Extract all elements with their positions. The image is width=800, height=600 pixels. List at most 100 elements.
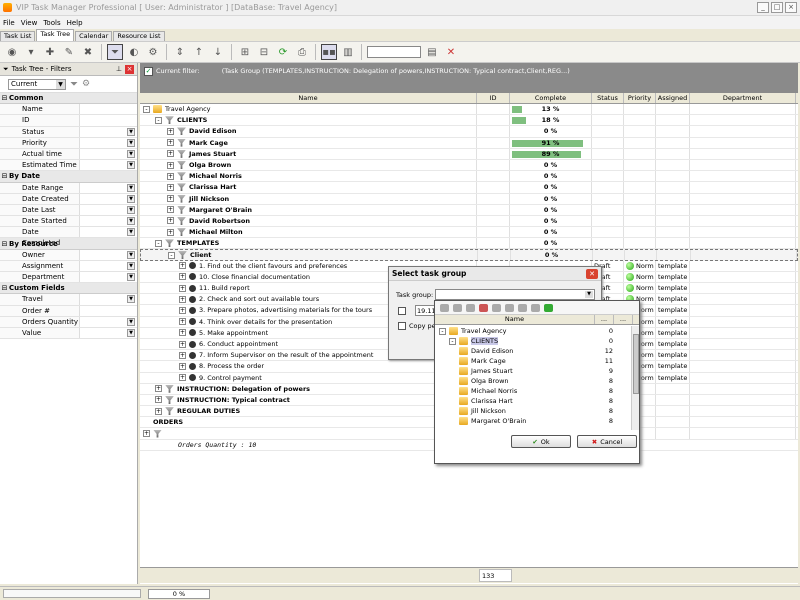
filter-preset-select[interactable]: Current ▼	[8, 78, 66, 90]
tree-row[interactable]: - CLIENTS 18 %	[140, 115, 798, 127]
cancel-button[interactable]: ✖ Cancel	[577, 435, 637, 448]
col-name[interactable]: Name	[140, 93, 477, 103]
dropdown-icon[interactable]: ▾	[23, 44, 39, 60]
filter-field-value[interactable]	[80, 115, 137, 125]
current-filter-checkbox[interactable]: ✓	[144, 67, 153, 76]
toolbar-select[interactable]	[367, 46, 421, 58]
filter-field-value[interactable]: ▼	[80, 294, 137, 304]
chevron-down-icon[interactable]: ▼	[127, 138, 135, 147]
chevron-down-icon[interactable]: ▼	[127, 161, 135, 170]
expand-icon[interactable]: +	[179, 306, 186, 314]
tree-row[interactable]: - Client 0 %	[140, 249, 798, 261]
chevron-down-icon[interactable]: ▼	[127, 261, 135, 270]
dropdown-tree-row[interactable]: - CLIENTS 0	[435, 336, 633, 346]
filter-field-value[interactable]: ▼	[80, 138, 137, 148]
expand-icon[interactable]: +	[167, 206, 174, 214]
dropdown-tree-row[interactable]: Clarissa Hart 8	[435, 396, 633, 406]
expand-icon[interactable]: +	[167, 217, 174, 225]
expand-icon[interactable]: +	[167, 195, 174, 203]
refresh-icon[interactable]: ⟳	[275, 44, 291, 60]
expand-icon[interactable]: +	[155, 407, 162, 415]
view-icon[interactable]: ◉	[4, 44, 20, 60]
chevron-down-icon[interactable]: ▼	[127, 183, 135, 192]
col-priority[interactable]: Priority	[624, 93, 656, 103]
expand-icon[interactable]: +	[167, 172, 174, 180]
dropdown-col-b[interactable]: ...	[614, 315, 633, 324]
minimize-button[interactable]: _	[757, 2, 769, 13]
filter-field-value[interactable]: ▼	[80, 227, 137, 237]
view-icon[interactable]	[440, 303, 449, 312]
dropdown-tree-row[interactable]: David Edison 12	[435, 346, 633, 356]
chevron-down-icon[interactable]: ▼	[127, 317, 135, 326]
dropdown-tree-row[interactable]: Michael Norris 8	[435, 386, 633, 396]
dropdown-tree-row[interactable]: Margaret O'Brain 8	[435, 416, 633, 426]
pin-icon[interactable]: ⊥	[116, 65, 122, 73]
close-window-button[interactable]: ×	[785, 2, 797, 13]
expand-icon[interactable]: ⊞	[237, 44, 253, 60]
tab-resource-list[interactable]: Resource List	[113, 31, 165, 41]
tree-row[interactable]: - Travel Agency 13 %	[140, 104, 798, 116]
filter-section[interactable]: ⊟ Common	[0, 93, 137, 105]
tree-row[interactable]: + James Stuart 89 %	[140, 148, 798, 160]
dropdown-tree-row[interactable]: - Travel Agency 0	[435, 326, 633, 336]
expand-icon[interactable]: +	[167, 139, 174, 147]
filter-field-value[interactable]: ▼	[80, 183, 137, 193]
hierarchy-icon[interactable]: ▪▪	[321, 44, 337, 60]
task-group-select[interactable]: ▼	[435, 289, 595, 300]
dropdown-col-name[interactable]: Name	[435, 315, 595, 324]
filter-icon[interactable]: ⏷	[107, 44, 123, 60]
col-complete[interactable]: Complete	[510, 93, 592, 103]
expand-icon[interactable]: +	[167, 183, 174, 191]
filter-field-value[interactable]: ▼	[80, 250, 137, 260]
edit-task-icon[interactable]: ✎	[61, 44, 77, 60]
dropdown-col-a[interactable]: ...	[595, 315, 614, 324]
tree-row[interactable]: + David Robertson 0 %	[140, 215, 798, 228]
edit-icon[interactable]	[466, 303, 475, 312]
chevron-down-icon[interactable]: ▼	[127, 149, 135, 158]
dropdown-tree-row[interactable]: Jill Nickson 8	[435, 406, 633, 416]
filter-field-value[interactable]: ▼	[80, 194, 137, 204]
expand-icon[interactable]: +	[167, 150, 174, 158]
chevron-down-icon[interactable]: ▼	[127, 205, 135, 214]
col-department[interactable]: Department	[690, 93, 796, 103]
filter-field-value[interactable]	[80, 306, 137, 316]
dropdown-tree-row[interactable]: Olga Brown 8	[435, 376, 633, 386]
chevron-down-icon[interactable]: ▼	[127, 250, 135, 259]
dropdown-tree-row[interactable]: Mark Cage 11	[435, 356, 633, 366]
filter-field-value[interactable]: ▼	[80, 205, 137, 215]
save-filter-icon[interactable]: ⚙	[82, 79, 90, 89]
filter-field-value[interactable]: ▼	[80, 328, 137, 338]
expand-icon[interactable]: +	[179, 273, 186, 281]
move-updown-icon[interactable]: ⇕	[172, 44, 188, 60]
expand-icon[interactable]: +	[179, 284, 186, 292]
expand-icon[interactable]	[518, 303, 527, 312]
expand-icon[interactable]: +	[167, 161, 174, 169]
expand-icon[interactable]: +	[179, 318, 186, 326]
collapse-icon[interactable]: -	[449, 337, 456, 345]
expand-icon[interactable]: +	[155, 396, 162, 404]
expand-icon[interactable]: +	[155, 385, 162, 393]
col-status[interactable]: Status	[592, 93, 624, 103]
menu-view[interactable]: View	[21, 19, 38, 27]
expand-icon[interactable]: +	[167, 228, 174, 236]
new-task-icon[interactable]: ✚	[42, 44, 58, 60]
columns-icon[interactable]: ▥	[340, 44, 356, 60]
apply-filter-icon[interactable]: ⏷	[70, 79, 78, 90]
chevron-down-icon[interactable]: ▼	[127, 194, 135, 203]
chevron-down-icon[interactable]: ▼	[127, 328, 135, 337]
filter-section[interactable]: ⊟ By Resource	[0, 238, 137, 250]
filter-icon[interactable]	[492, 303, 501, 312]
tree-row[interactable]: + Clarissa Hart 0 %	[140, 182, 798, 194]
delete-task-icon[interactable]: ✖	[80, 44, 96, 60]
dialog-close-button[interactable]: ✕	[586, 269, 598, 279]
tab-task-tree[interactable]: Task Tree	[36, 29, 75, 41]
ok-button[interactable]: ✔ Ok	[511, 435, 571, 448]
collapse-icon[interactable]: -	[439, 327, 446, 335]
tree-row[interactable]: + Michael Milton 0 %	[140, 227, 798, 239]
tab-task-list[interactable]: Task List	[0, 31, 36, 41]
filter-field-value[interactable]: ▼	[80, 127, 137, 137]
dropdown-tree-row[interactable]: James Stuart 9	[435, 366, 633, 376]
collapse-icon[interactable]: -	[143, 105, 150, 113]
expand-icon[interactable]: +	[167, 127, 174, 135]
dropdown-scrollbar[interactable]	[631, 326, 639, 430]
